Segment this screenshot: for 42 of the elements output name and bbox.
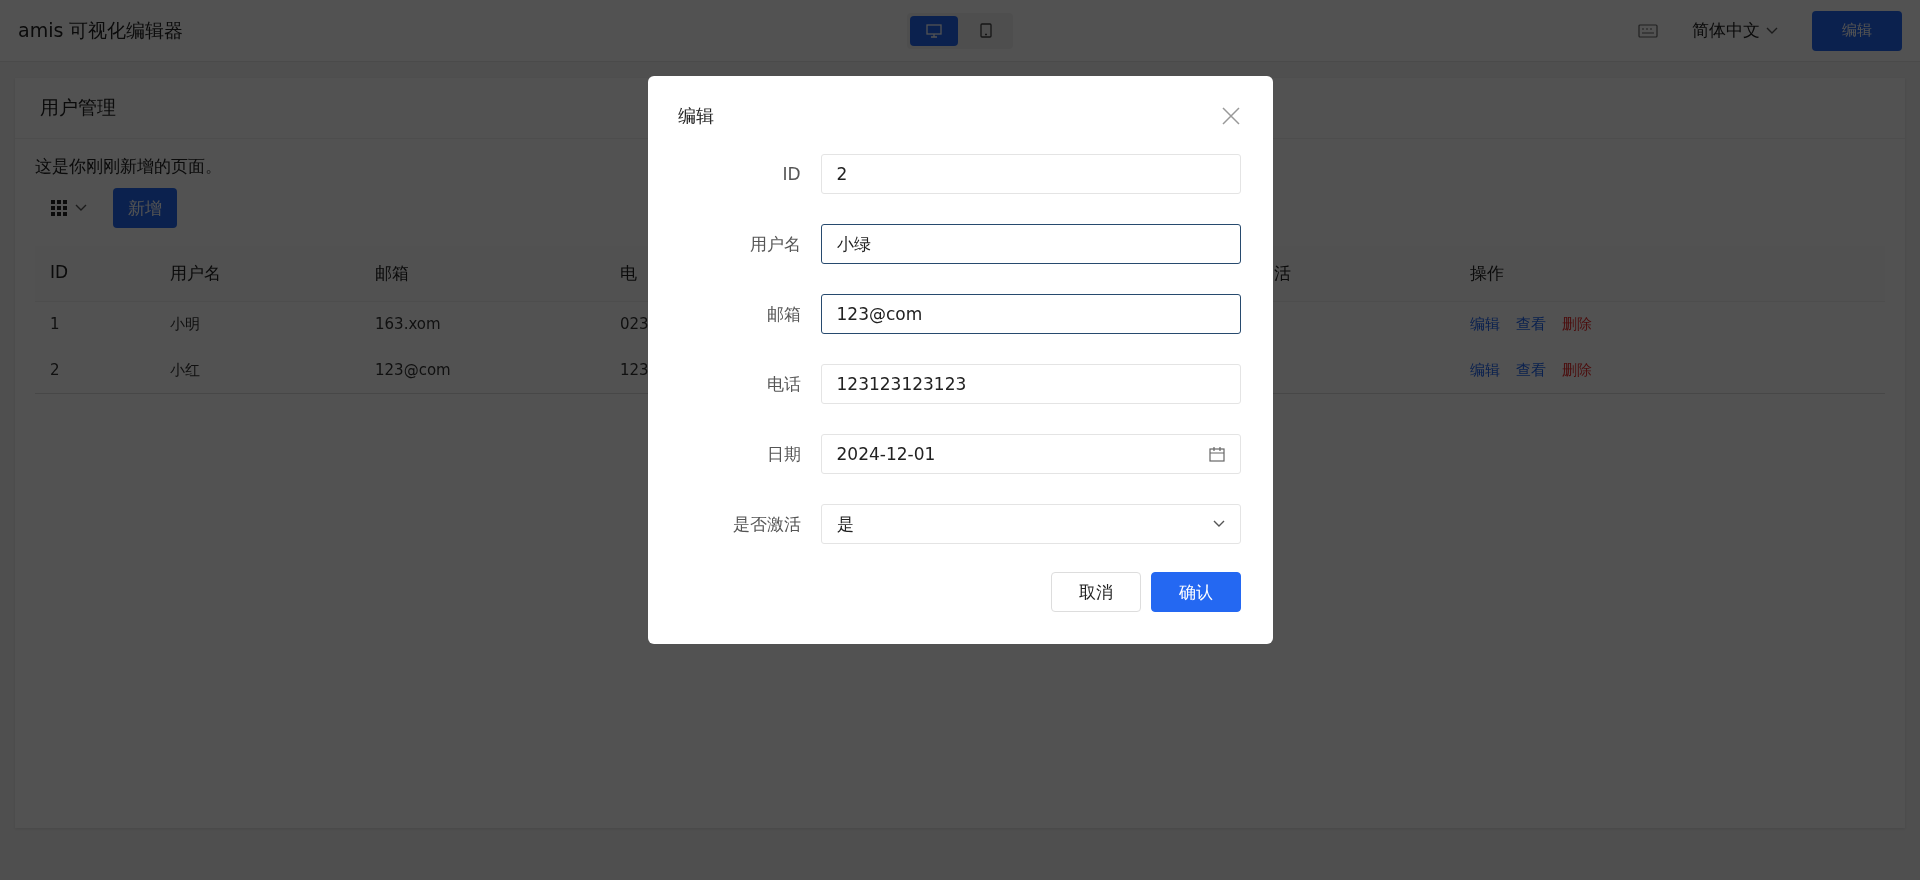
keyboard-icon[interactable] bbox=[1638, 23, 1658, 38]
table-cell: 小红 bbox=[155, 348, 360, 394]
field-label: 日期 bbox=[765, 442, 801, 466]
select-field[interactable]: 是 bbox=[820, 504, 1241, 544]
chevron-down-icon bbox=[1212, 520, 1225, 528]
date-field[interactable]: 2024-12-01 bbox=[820, 434, 1241, 474]
language-dropdown[interactable]: 简体中文 bbox=[1686, 18, 1784, 43]
app-title: amis 可视化编辑器 bbox=[18, 17, 185, 43]
action-link[interactable]: 查看 bbox=[1516, 361, 1546, 380]
delete-link[interactable]: 删除 bbox=[1562, 315, 1592, 334]
page-description: 这是你刚刚新增的页面。 bbox=[35, 155, 222, 178]
caret-icon bbox=[75, 204, 87, 212]
edit-button[interactable]: 编辑 bbox=[1812, 10, 1902, 51]
desktop-view-button[interactable] bbox=[910, 15, 958, 46]
add-button[interactable]: 新增 bbox=[113, 188, 177, 228]
field-label: 邮箱 bbox=[765, 302, 801, 326]
table-cell: 小明 bbox=[155, 302, 360, 348]
field-label: 是否激活 bbox=[731, 512, 801, 536]
calendar-icon bbox=[1208, 446, 1225, 462]
table-cell: 1 bbox=[35, 302, 155, 348]
input-field[interactable]: 2 bbox=[820, 154, 1241, 194]
field-label: ID bbox=[781, 164, 801, 184]
monitor-icon bbox=[926, 23, 942, 38]
input-field[interactable]: 小绿 bbox=[820, 224, 1241, 264]
delete-link[interactable]: 删除 bbox=[1562, 361, 1592, 380]
grid-icon bbox=[51, 200, 67, 216]
input-field[interactable]: 123@com bbox=[820, 294, 1241, 334]
confirm-button[interactable]: 确认 bbox=[1150, 572, 1241, 612]
action-link[interactable]: 查看 bbox=[1516, 315, 1546, 334]
cancel-button[interactable]: 取消 bbox=[1050, 572, 1141, 612]
action-link[interactable]: 编辑 bbox=[1470, 315, 1500, 334]
table-cell: 2 bbox=[35, 348, 155, 394]
field-label: 用户名 bbox=[748, 232, 801, 256]
table-cell: 123@com bbox=[360, 348, 605, 394]
input-field[interactable]: 123123123123 bbox=[820, 364, 1241, 404]
field-label: 电话 bbox=[765, 372, 801, 396]
action-link[interactable]: 编辑 bbox=[1470, 361, 1500, 380]
table-cell: 163.xom bbox=[360, 302, 605, 348]
close-button[interactable] bbox=[1220, 106, 1241, 126]
tablet-icon bbox=[980, 23, 992, 38]
caret-icon bbox=[1766, 26, 1778, 35]
dialog-title: 编辑 bbox=[677, 104, 714, 128]
